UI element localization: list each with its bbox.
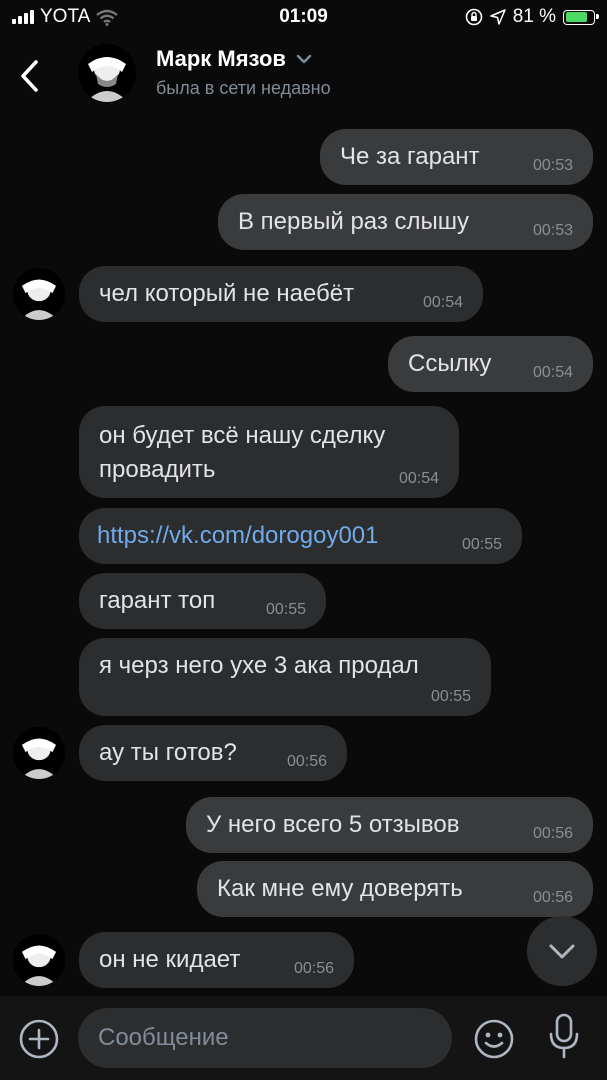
message-input[interactable]: Сообщение xyxy=(78,1008,452,1068)
message-time: 00:54 xyxy=(422,294,463,311)
message-time: 00:53 xyxy=(532,157,573,174)
plus-circle-icon[interactable] xyxy=(18,1018,60,1060)
message-out[interactable]: Че за гарант 00:53 xyxy=(320,129,593,185)
orientation-lock-icon xyxy=(465,8,482,26)
avatar[interactable] xyxy=(13,268,65,320)
scroll-down-button[interactable] xyxy=(527,916,597,986)
message-in[interactable]: чел который не наебёт 00:54 xyxy=(79,266,483,322)
message-out[interactable]: Ссылку 00:54 xyxy=(388,336,593,392)
message-time: 00:56 xyxy=(532,889,573,906)
message-time: 00:54 xyxy=(532,364,573,381)
message-out[interactable]: Как мне ему доверять 00:56 xyxy=(197,861,593,917)
smile-icon[interactable] xyxy=(473,1018,515,1060)
message-out[interactable]: В первый раз слышу 00:53 xyxy=(218,194,593,250)
battery-icon xyxy=(563,9,599,25)
message-composer: Сообщение xyxy=(0,996,607,1080)
message-time: 00:55 xyxy=(265,601,306,618)
message-time: 00:54 xyxy=(398,470,439,487)
chevron-down-icon xyxy=(549,944,575,959)
battery-percent: 81 % xyxy=(512,6,556,27)
message-time: 00:56 xyxy=(286,753,327,770)
message-in[interactable]: гарант топ 00:55 xyxy=(79,573,326,629)
message-time: 00:55 xyxy=(430,688,471,705)
avatar[interactable] xyxy=(13,934,65,986)
message-in[interactable]: он не кидает 00:56 xyxy=(79,932,354,988)
contact-name[interactable]: Марк Мязов xyxy=(156,46,312,72)
message-time: 00:53 xyxy=(532,222,573,239)
message-time: 00:56 xyxy=(532,825,573,842)
message-in[interactable]: он будет всё нашу сделку провадить 00:54 xyxy=(79,406,459,498)
message-input-placeholder: Сообщение xyxy=(98,1024,229,1051)
message-link[interactable]: https://vk.com/dorogoy001 xyxy=(97,518,378,554)
message-time: 00:55 xyxy=(461,536,502,553)
chevron-down-icon xyxy=(296,54,312,64)
chat-header: Марк Мязов была в сети недавно xyxy=(0,34,607,114)
avatar[interactable] xyxy=(78,44,136,102)
last-seen-status: была в сети недавно xyxy=(156,78,331,98)
status-bar: YOTA 01:09 81 % xyxy=(0,0,607,34)
message-time: 00:56 xyxy=(293,960,334,977)
message-in[interactable]: я черз него ухе 3 ака продал 00:55 xyxy=(79,638,491,716)
microphone-icon[interactable] xyxy=(546,1012,582,1062)
message-in[interactable]: https://vk.com/dorogoy001 00:55 xyxy=(79,508,522,564)
battery-fill xyxy=(565,12,588,22)
chevron-left-icon[interactable] xyxy=(14,54,44,98)
avatar[interactable] xyxy=(13,727,65,779)
message-out[interactable]: У него всего 5 отзывов 00:56 xyxy=(186,797,593,853)
message-in[interactable]: ау ты готов? 00:56 xyxy=(79,725,347,781)
location-arrow-icon xyxy=(489,9,506,25)
